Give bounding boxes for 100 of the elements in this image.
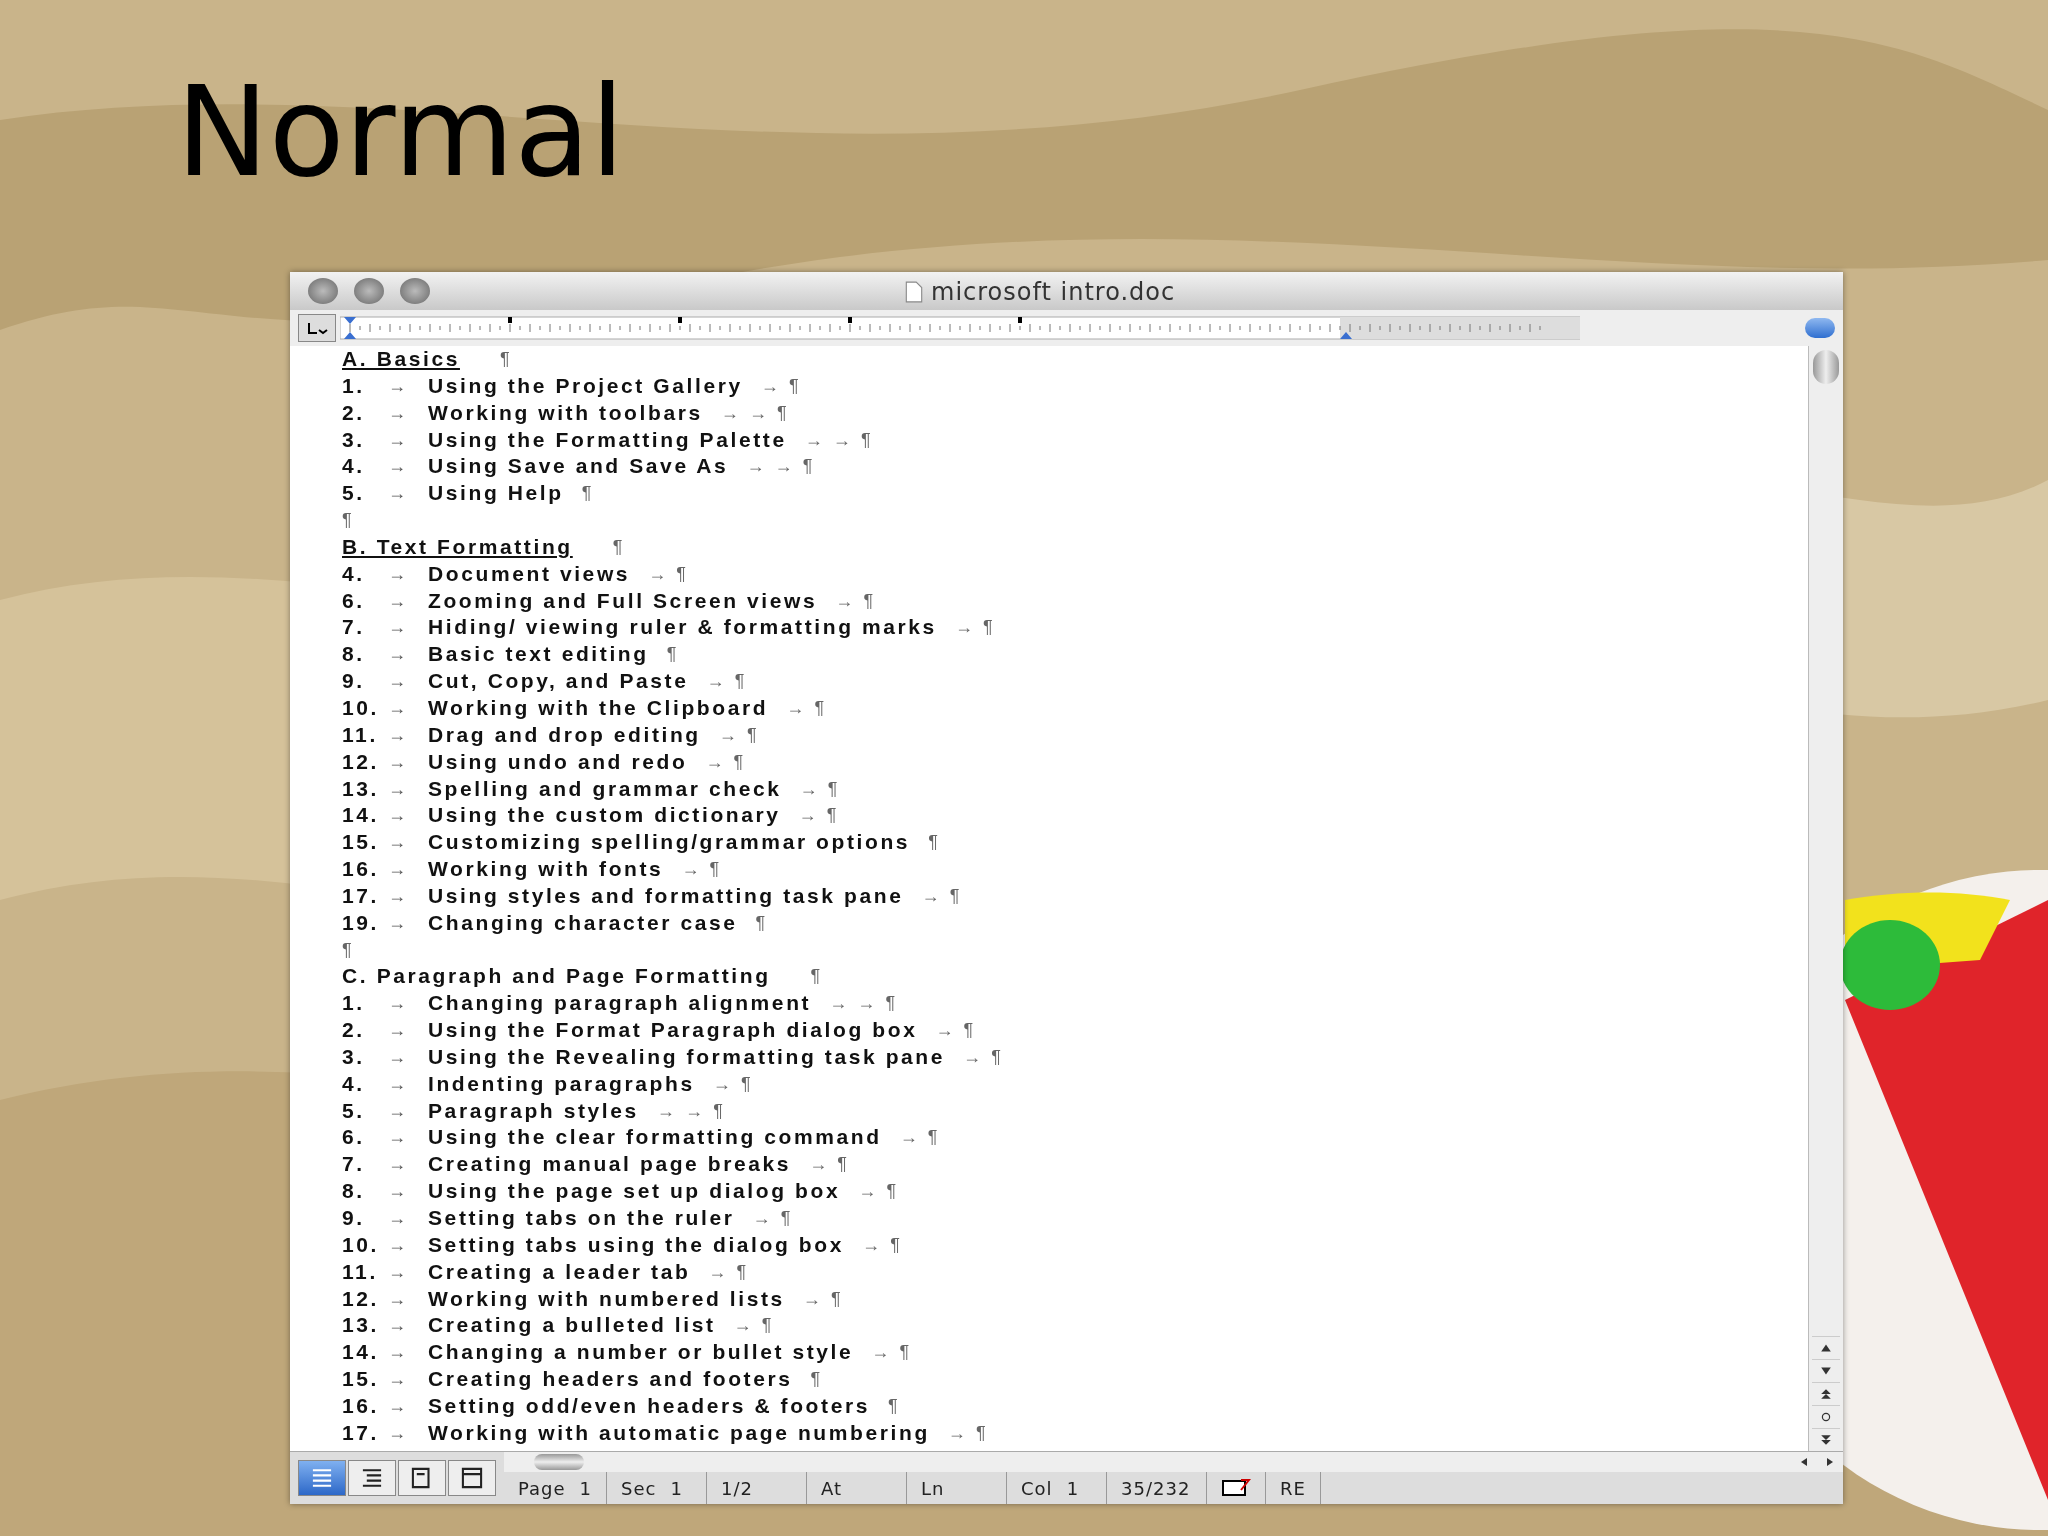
tab-stop-icon: [305, 320, 329, 336]
list-item: Using the Revealing formatting task pane: [428, 1043, 946, 1070]
tab-mark: →: [388, 723, 410, 747]
list-number: 10.: [342, 694, 380, 721]
list-item: Using the Formatting Palette: [428, 426, 787, 453]
tab-mark: →: [388, 777, 410, 801]
vertical-scrollbar[interactable]: [1808, 346, 1843, 1451]
tab-mark: →: [388, 1019, 410, 1043]
formatting-marks: → ¶: [963, 1045, 1004, 1069]
list-number: 16.: [342, 856, 380, 883]
tab-mark: →: [388, 1394, 410, 1418]
tab-mark: →: [388, 992, 410, 1016]
list-number: 8.: [342, 641, 366, 668]
list-item: Creating manual page breaks: [428, 1151, 792, 1178]
list-number: 19.: [342, 909, 380, 936]
list-item: Working with the Clipboard: [428, 694, 769, 721]
formatting-marks: → ¶: [712, 1072, 754, 1096]
up-arrow-icon: [1820, 1342, 1832, 1354]
scroll-thumb[interactable]: [534, 1454, 584, 1470]
list-number: 6.: [342, 587, 366, 614]
tab-mark: →: [388, 643, 410, 667]
list-number: 7.: [342, 1151, 366, 1178]
list-item: Using the custom dictionary: [428, 802, 781, 829]
view-button[interactable]: [348, 1460, 396, 1496]
horizontal-scrollbar[interactable]: [504, 1452, 1843, 1472]
view-button[interactable]: [448, 1460, 496, 1496]
tab-mark: →: [388, 428, 410, 452]
close-button[interactable]: [308, 278, 338, 304]
list-number: 4.: [342, 453, 366, 480]
tab-mark: →: [388, 401, 410, 425]
paragraph-mark: ¶: [612, 535, 626, 559]
formatting-marks: → ¶: [809, 1153, 850, 1177]
list-item: Changing paragraph alignment: [428, 990, 812, 1017]
down-arrow-icon: [1820, 1365, 1832, 1377]
list-item: Customizing spelling/grammar options: [428, 829, 911, 856]
right-arrow-icon: [1825, 1457, 1835, 1467]
status-value: 35/232: [1121, 1477, 1191, 1499]
formatting-marks: → → ¶: [656, 1099, 726, 1123]
formatting-marks: → ¶: [921, 884, 962, 908]
formatting-marks: → ¶: [681, 858, 722, 882]
spelling-status-icon[interactable]: [1221, 1478, 1252, 1498]
list-item: Using undo and redo: [428, 748, 688, 775]
split-handle[interactable]: [1805, 318, 1835, 338]
status-label: Col: [1021, 1477, 1053, 1499]
formatting-marks: → ¶: [802, 1287, 844, 1311]
list-number: 3.: [342, 1043, 366, 1070]
formatting-marks: → → ¶: [804, 428, 874, 452]
tab-mark: →: [388, 884, 410, 908]
window-title: microsoft intro.doc: [931, 278, 1176, 306]
list-number: 1.: [342, 372, 366, 399]
formatting-marks: → ¶: [862, 1233, 903, 1257]
tab-mark: →: [388, 1287, 410, 1311]
minimize-button[interactable]: [354, 278, 384, 304]
formatting-marks: → ¶: [858, 1180, 899, 1204]
status-label: Page: [518, 1477, 566, 1499]
formatting-marks: → ¶: [733, 1314, 775, 1338]
view-button[interactable]: [398, 1460, 446, 1496]
list-number: 6.: [342, 1124, 366, 1151]
status-value: 1: [1066, 1477, 1080, 1499]
tab-mark: →: [388, 1233, 410, 1257]
list-item: Using the clear formatting command: [428, 1124, 882, 1151]
formatting-marks: → ¶: [799, 777, 840, 801]
tab-mark: →: [388, 1180, 410, 1204]
list-number: 9.: [342, 668, 366, 695]
list-item: Cut, Copy, and Paste: [428, 668, 689, 695]
formatting-marks: → → ¶: [829, 992, 898, 1016]
formatting-marks: ¶: [810, 1368, 823, 1392]
list-number: 12.: [342, 1285, 380, 1312]
tab-mark: →: [388, 616, 410, 640]
list-item: Creating a bulleted list: [428, 1312, 716, 1339]
scroll-thumb[interactable]: [1813, 350, 1839, 384]
formatting-marks: → ¶: [718, 723, 760, 747]
status-value: 1: [670, 1477, 683, 1499]
formatting-marks: → ¶: [798, 804, 840, 828]
list-number: 4.: [342, 560, 366, 587]
list-item: Creating headers and footers: [428, 1366, 793, 1393]
tab-mark: →: [388, 1072, 410, 1096]
list-item: Working with toolbars: [428, 399, 703, 426]
list-item: Using the Project Gallery: [428, 372, 743, 399]
formatting-marks: → ¶: [871, 1341, 912, 1365]
formatting-marks: → ¶: [935, 1019, 976, 1043]
formatting-marks: ¶: [887, 1394, 901, 1418]
list-number: 15.: [342, 1366, 380, 1393]
list-item: Paragraph styles: [428, 1097, 639, 1124]
tab-mark: →: [388, 1153, 410, 1177]
formatting-marks: → ¶: [706, 670, 747, 694]
slide-title: Normal: [176, 64, 625, 201]
formatting-marks: → → ¶: [746, 455, 816, 479]
list-item: Basic text editing: [428, 641, 649, 668]
tab-mark: →: [388, 562, 410, 586]
list-number: 17.: [342, 1419, 380, 1446]
heading: A. Basics: [342, 346, 460, 372]
list-number: 11.: [342, 1258, 379, 1285]
list-item: Setting odd/even headers & footers: [428, 1392, 870, 1419]
zoom-button[interactable]: [400, 278, 430, 304]
formatting-marks: → ¶: [835, 589, 876, 613]
tab-selector[interactable]: [298, 314, 336, 342]
list-item: Using Save and Save As: [428, 453, 729, 480]
tab-mark: →: [388, 1368, 410, 1392]
list-item: Working with numbered lists: [428, 1285, 785, 1312]
